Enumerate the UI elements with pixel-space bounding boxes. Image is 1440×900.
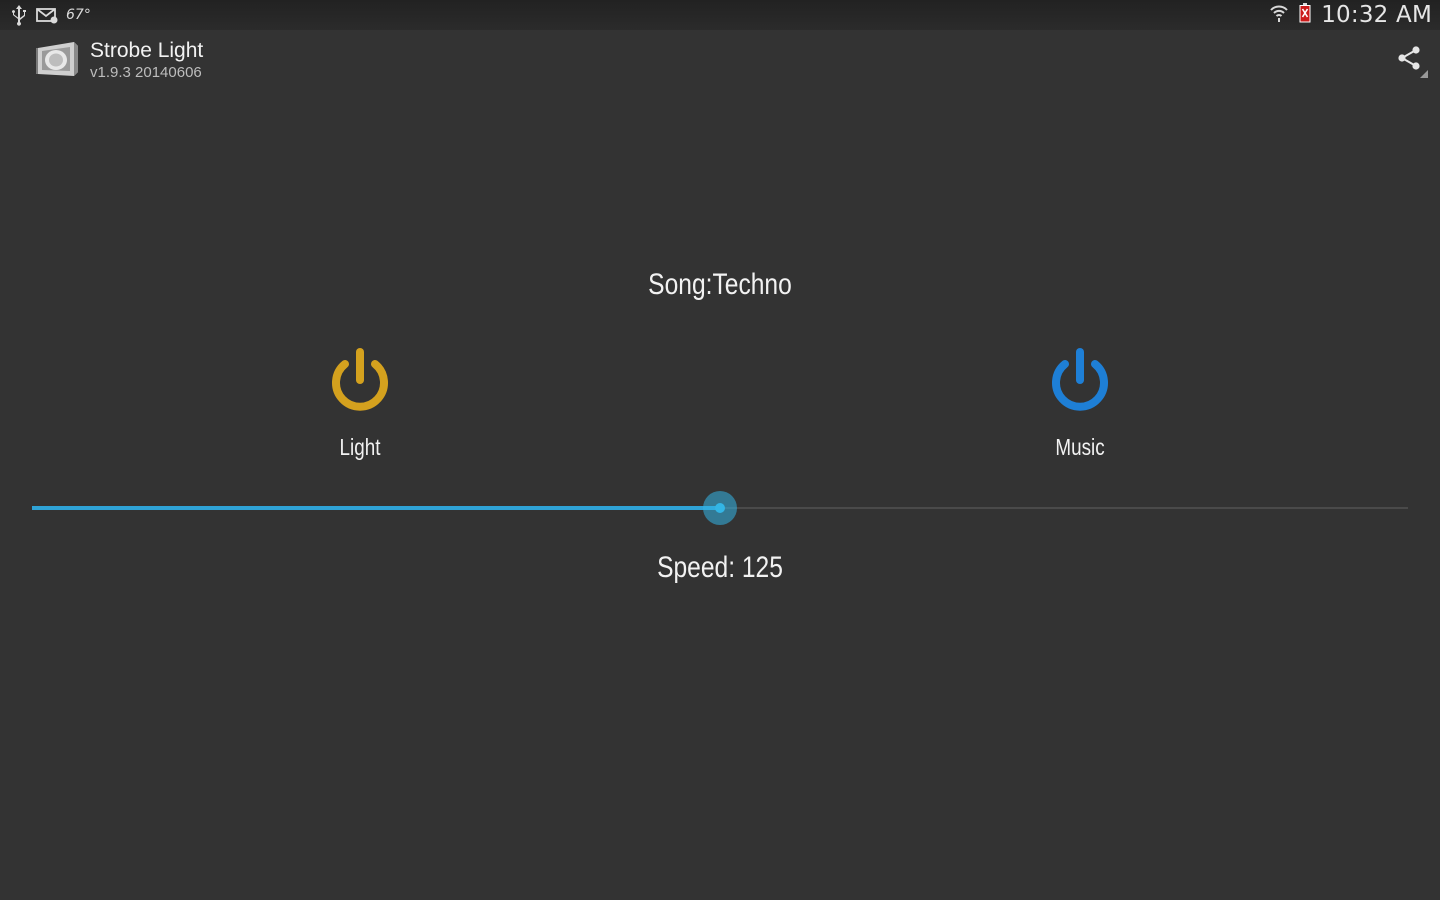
wifi-icon xyxy=(1269,3,1289,28)
clock-text: 10:32 AM xyxy=(1321,2,1432,28)
power-icon xyxy=(332,348,388,411)
slider-fill xyxy=(32,506,720,510)
app-version: v1.9.3 20140606 xyxy=(90,64,202,81)
slider-thumb[interactable] xyxy=(703,491,737,525)
strobe-light-screen: 67° 10:32 AM Strobe Light v1.9.3 2014060… xyxy=(0,0,1440,900)
mail-icon xyxy=(36,6,58,24)
share-button[interactable] xyxy=(1394,44,1430,80)
share-icon xyxy=(1398,46,1428,78)
song-label: Song:Techno xyxy=(648,268,792,301)
app-title: Strobe Light xyxy=(90,39,204,62)
light-control: Light xyxy=(260,344,460,461)
music-label: Music xyxy=(1055,434,1105,460)
light-label: Light xyxy=(339,434,381,460)
strobe-light-icon xyxy=(34,38,82,80)
music-control: Music xyxy=(980,344,1180,461)
battery-icon xyxy=(1299,2,1311,28)
action-bar: Strobe Light v1.9.3 20140606 xyxy=(0,30,1440,90)
speed-label: Speed: 125 xyxy=(657,551,783,584)
usb-icon xyxy=(10,4,28,26)
speed-slider[interactable] xyxy=(32,490,1408,526)
power-icon xyxy=(1052,348,1108,411)
music-power-button[interactable] xyxy=(1045,344,1115,418)
status-right-group: 10:32 AM xyxy=(1269,0,1432,30)
light-power-button[interactable] xyxy=(325,344,395,418)
status-left-group: 67° xyxy=(10,4,91,26)
status-bar: 67° 10:32 AM xyxy=(0,0,1440,30)
temperature-text: 67° xyxy=(66,7,91,23)
